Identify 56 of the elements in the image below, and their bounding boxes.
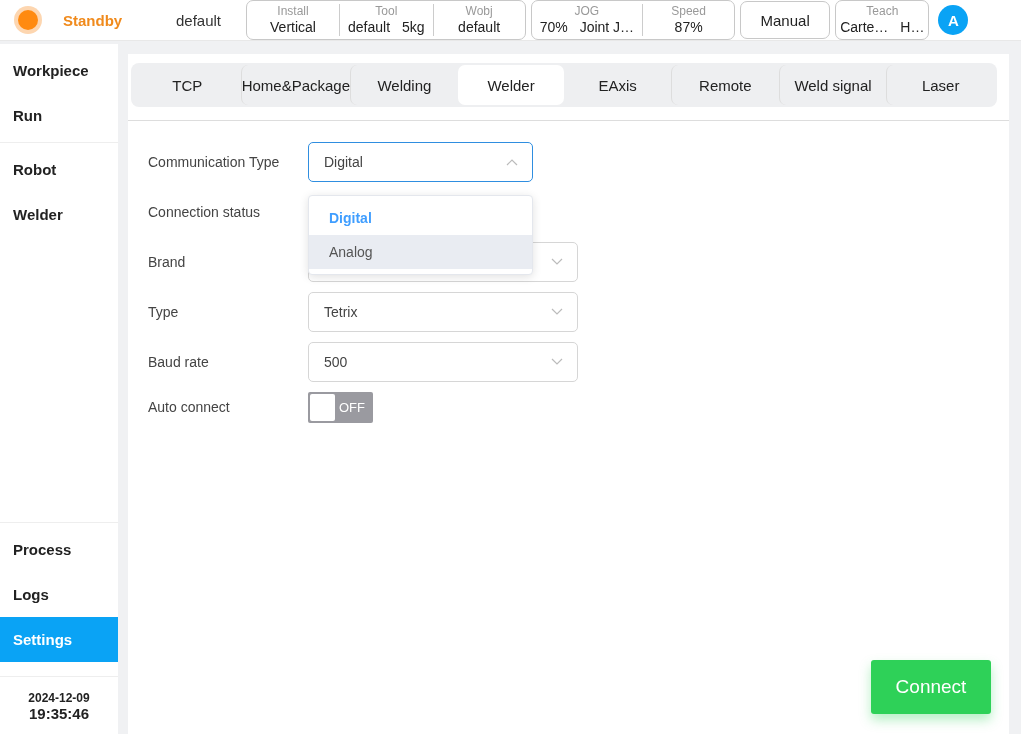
- info-label: Wobj: [465, 4, 493, 18]
- select-field[interactable]: Digital: [308, 142, 533, 182]
- time-text: 19:35:46: [28, 705, 89, 722]
- tab[interactable]: Welding: [350, 65, 458, 105]
- select-value: 500: [324, 354, 348, 370]
- tab[interactable]: Weld signal: [778, 65, 887, 105]
- caret-icon: [551, 358, 563, 366]
- info-group[interactable]: Teach Carte… H…: [835, 0, 930, 40]
- sidebar-item[interactable]: Run: [0, 93, 118, 138]
- field-label: Connection status: [148, 204, 262, 220]
- info-value: 5kg: [402, 18, 425, 36]
- tab[interactable]: Home&Package: [240, 65, 351, 105]
- info-value: 87%: [674, 18, 703, 36]
- field-label: Baud rate: [148, 354, 210, 370]
- info-value: Carte…: [840, 18, 889, 36]
- sidebar-item[interactable]: Logs: [0, 572, 118, 617]
- caret-icon: [551, 258, 563, 266]
- info-value: 70%: [539, 18, 568, 36]
- info-label: Speed: [671, 4, 706, 18]
- project-name: default: [174, 11, 222, 29]
- date-text: 2024-12-09: [28, 691, 90, 705]
- info-value: H…: [900, 18, 925, 36]
- tab[interactable]: TCP: [134, 65, 241, 105]
- info-label: JOG: [574, 4, 600, 18]
- sidebar-item[interactable]: Robot: [0, 147, 118, 192]
- status-text: Standby: [63, 11, 124, 29]
- toggle-state: OFF: [339, 399, 365, 415]
- select-value: Digital: [324, 154, 363, 170]
- info-label: Tool: [375, 4, 398, 18]
- tab[interactable]: Remote: [671, 65, 779, 105]
- field-label: Communication Type: [148, 154, 281, 170]
- info-value: default: [348, 18, 391, 36]
- field-label: Auto connect: [148, 399, 231, 415]
- field-label: Brand: [148, 254, 187, 270]
- caret-icon: [506, 158, 518, 166]
- mode-button[interactable]: Manual: [740, 1, 831, 39]
- sidebar-item[interactable]: Process: [0, 527, 118, 572]
- tab[interactable]: Welder: [457, 65, 565, 105]
- tab[interactable]: EAxis: [564, 65, 672, 105]
- select-value: Tetrix: [324, 304, 358, 320]
- info-value: Vertical: [270, 18, 316, 36]
- select-field[interactable]: 500: [308, 342, 578, 382]
- info-label: Install: [277, 4, 309, 18]
- sidebar-item[interactable]: Workpiece: [0, 48, 118, 93]
- info-group[interactable]: JOG 70% Joint J… Speed 87%: [530, 0, 736, 40]
- sidebar-item[interactable]: Welder: [0, 192, 118, 237]
- status-icon: [13, 5, 43, 35]
- caret-icon: [551, 308, 563, 316]
- info-value: default: [458, 18, 501, 36]
- tab[interactable]: Laser: [886, 65, 994, 105]
- info-group[interactable]: Install Vertical Tool default 5kg Wobj default: [246, 0, 526, 40]
- dropdown-option[interactable]: Analog: [309, 235, 532, 269]
- info-value: Joint J…: [579, 18, 635, 36]
- select-field[interactable]: Tetrix: [308, 292, 578, 332]
- field-label: Type: [148, 304, 180, 320]
- info-label: Teach: [866, 4, 899, 18]
